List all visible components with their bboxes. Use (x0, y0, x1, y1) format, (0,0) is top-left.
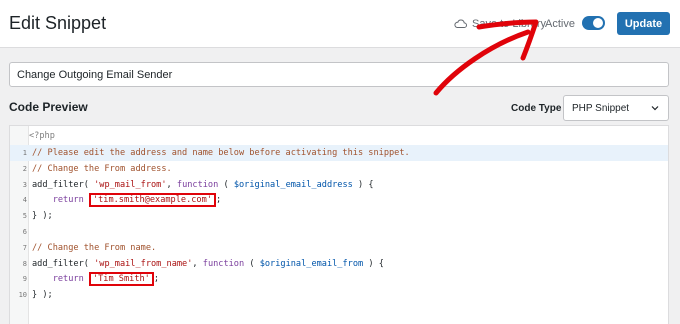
toggle-knob (593, 18, 603, 28)
code-text: add_filter( 'wp_mail_from', function ( $… (32, 179, 374, 190)
code-line: 4 return 'tim.smith@example.com'; (10, 192, 668, 208)
highlighted-value: 'tim.smith@example.com' (88, 193, 216, 208)
code-line: 9 return 'Tim Smith'; (10, 271, 668, 287)
active-toggle[interactable] (582, 16, 605, 30)
code-line: 5 } ); (10, 208, 668, 224)
highlighted-value: 'Tim Smith' (88, 272, 154, 287)
code-type-select[interactable]: PHP Snippet (563, 95, 669, 121)
line-number: 2 (22, 164, 27, 173)
code-text: return 'tim.smith@example.com'; (52, 193, 222, 208)
code-editor[interactable]: <?php 1 // Please edit the address and na… (9, 125, 669, 324)
code-preview-title: Code Preview (9, 100, 88, 114)
page-header: Edit Snippet Save to Library Active Upda… (0, 0, 680, 48)
code-text: add_filter( 'wp_mail_from_name', functio… (32, 258, 384, 269)
code-text: } ); (32, 211, 53, 222)
php-open-tag: <?php (29, 131, 55, 141)
code-text: // Change the From name. (32, 242, 157, 253)
code-text: // Please edit the address and name belo… (32, 148, 410, 158)
line-number: 3 (22, 180, 27, 189)
snippet-title-input[interactable]: Change Outgoing Email Sender (9, 62, 669, 87)
line-number: 1 (22, 149, 27, 157)
chevron-down-icon (651, 106, 659, 111)
cloud-icon[interactable] (454, 19, 467, 28)
code-line: 2 // Change the From address. (10, 161, 668, 177)
code-type-label: Code Type (511, 103, 562, 114)
line-number: 8 (22, 259, 27, 268)
code-text: } ); (32, 290, 53, 301)
code-type-value: PHP Snippet (572, 103, 630, 114)
code-line: <?php (10, 128, 668, 144)
line-number: 7 (22, 243, 27, 252)
code-line: 6 (10, 224, 668, 240)
line-number: 6 (22, 228, 27, 236)
line-number: 10 (18, 291, 27, 300)
code-line: 7 // Change the From name. (10, 240, 668, 256)
code-line: 3 add_filter( 'wp_mail_from', function ( … (10, 177, 668, 193)
line-number: 9 (22, 275, 27, 284)
update-button[interactable]: Update (617, 12, 670, 35)
code-text: return 'Tim Smith'; (52, 272, 160, 287)
code-line: 1 // Please edit the address and name bel… (10, 145, 668, 161)
code-text: // Change the From address. (32, 163, 172, 174)
save-to-library-link[interactable]: Save to Library (472, 18, 546, 30)
page-title: Edit Snippet (9, 13, 107, 33)
line-number: 4 (22, 196, 27, 205)
code-line: 8 add_filter( 'wp_mail_from_name', functi… (10, 256, 668, 272)
active-label: Active (545, 18, 575, 30)
line-number: 5 (22, 212, 27, 221)
code-line: 10 } ); (10, 287, 668, 303)
